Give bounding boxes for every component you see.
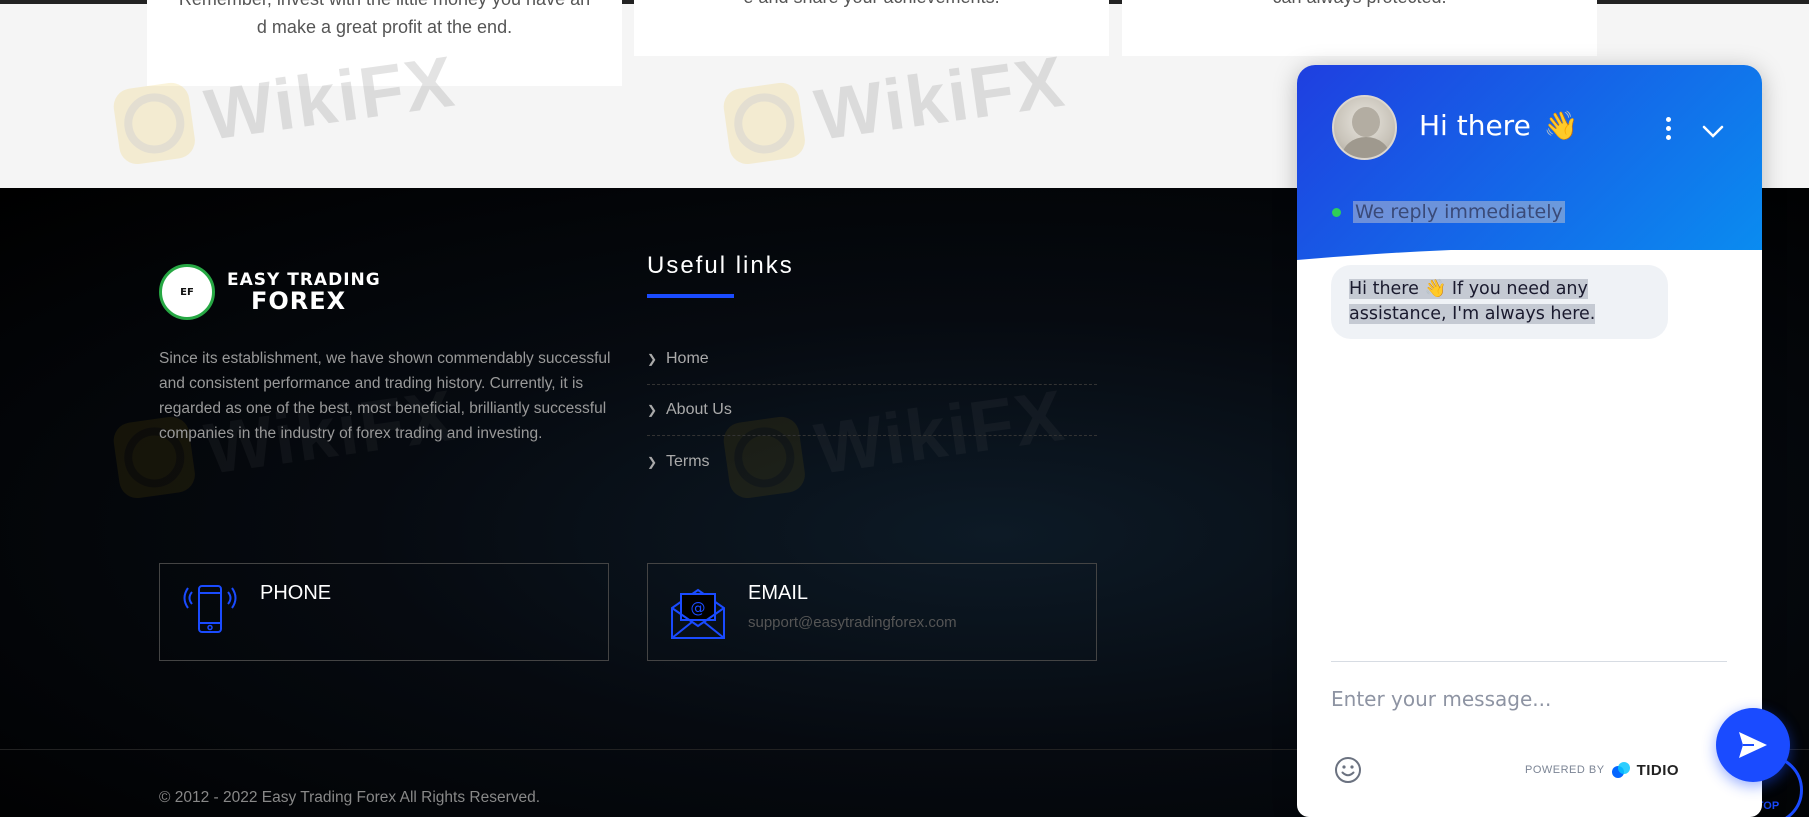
- feature-card-1: Remember, invest with the little money y…: [147, 0, 622, 86]
- feature-card-1-text-b: d make a great profit at the end.: [256, 17, 513, 37]
- send-icon: [1739, 732, 1767, 758]
- input-divider: [1331, 661, 1727, 662]
- logo-line-1: EASY TRADING: [227, 269, 381, 290]
- online-status-dot: [1332, 207, 1341, 217]
- contact-email-title: EMAIL: [748, 582, 809, 604]
- waving-hand-icon: 👋: [1424, 279, 1447, 299]
- footer-link-about-us[interactable]: ❯ About Us: [647, 385, 1097, 436]
- footer-link-terms[interactable]: ❯ Terms: [647, 436, 1097, 487]
- phone-icon: [183, 585, 237, 633]
- agent-avatar: [1332, 95, 1397, 160]
- chevron-right-icon: ❯: [647, 403, 658, 417]
- send-message-button[interactable]: [1716, 708, 1790, 782]
- chat-status-text: We reply immediately: [1353, 201, 1565, 223]
- chat-widget: Hi there 👋 We reply immediately Hi there…: [1297, 65, 1762, 817]
- chat-title-text: Hi there: [1419, 109, 1531, 142]
- feature-card-2: e and share your achievements.: [634, 0, 1109, 56]
- watermark-logo-icon: [111, 80, 198, 167]
- logo-wordmark: EASY TRADING FOREX: [227, 269, 381, 315]
- logo-line-2: FOREX: [251, 286, 347, 315]
- powered-by-label: POWERED BY: [1525, 764, 1605, 776]
- contact-phone-title: PHONE: [260, 582, 332, 604]
- message-text-part-1: Hi there: [1349, 279, 1425, 299]
- chat-header: Hi there 👋 We reply immediately: [1297, 65, 1762, 260]
- powered-by-tidio[interactable]: POWERED BY TIDIO: [1525, 761, 1679, 779]
- copyright-text: © 2012 - 2022 Easy Trading Forex All Rig…: [159, 789, 541, 806]
- feature-card-3: can always protected.: [1122, 0, 1597, 56]
- footer-link-label: Home: [666, 350, 709, 367]
- feature-card-3-text: can always protected.: [1122, 0, 1597, 10]
- useful-links-list: ❯ Home ❯ About Us ❯ Terms: [647, 334, 1097, 487]
- footer-link-home[interactable]: ❯ Home: [647, 334, 1097, 385]
- watermark-logo-icon: [721, 80, 808, 167]
- chat-message-bubble: Hi there 👋 If you need any assistance, I…: [1331, 265, 1668, 339]
- more-options-icon[interactable]: [1661, 117, 1675, 145]
- about-text: Since its establishment, we have shown c…: [159, 350, 611, 442]
- footer-logo[interactable]: EF EASY TRADING FOREX: [159, 264, 381, 320]
- logo-badge: EF: [159, 264, 215, 320]
- feature-card-2-text: e and share your achievements.: [634, 0, 1109, 10]
- contact-email-value[interactable]: support@easytradingforex.com: [748, 614, 957, 631]
- email-icon: @: [671, 588, 725, 639]
- contact-email-box: @ EMAIL support@easytradingforex.com: [647, 563, 1097, 661]
- chat-status: We reply immediately: [1332, 201, 1565, 223]
- tidio-brand-name: TIDIO: [1636, 761, 1680, 779]
- chevron-down-icon[interactable]: [1701, 119, 1725, 143]
- tidio-logo-icon: [1611, 762, 1630, 778]
- footer-link-label: Terms: [666, 452, 710, 470]
- chevron-right-icon: ❯: [647, 454, 658, 469]
- waving-hand-icon: 👋: [1543, 109, 1579, 142]
- svg-text:@: @: [691, 599, 706, 617]
- watermark-text: WikiFX: [810, 41, 1071, 156]
- footer-link-label: About Us: [666, 401, 732, 418]
- watermark: WikiFX: [721, 41, 1070, 170]
- feature-card-1-text-a: Remember, invest with the little money y…: [147, 0, 622, 12]
- chat-message-input[interactable]: [1331, 679, 1671, 719]
- chevron-right-icon: ❯: [647, 352, 658, 366]
- chat-title: Hi there 👋: [1419, 109, 1579, 142]
- contact-phone-box: PHONE: [159, 563, 609, 661]
- emoji-icon[interactable]: [1333, 755, 1363, 785]
- useful-links-underline: [647, 294, 734, 298]
- useful-links-title: Useful links: [647, 252, 794, 279]
